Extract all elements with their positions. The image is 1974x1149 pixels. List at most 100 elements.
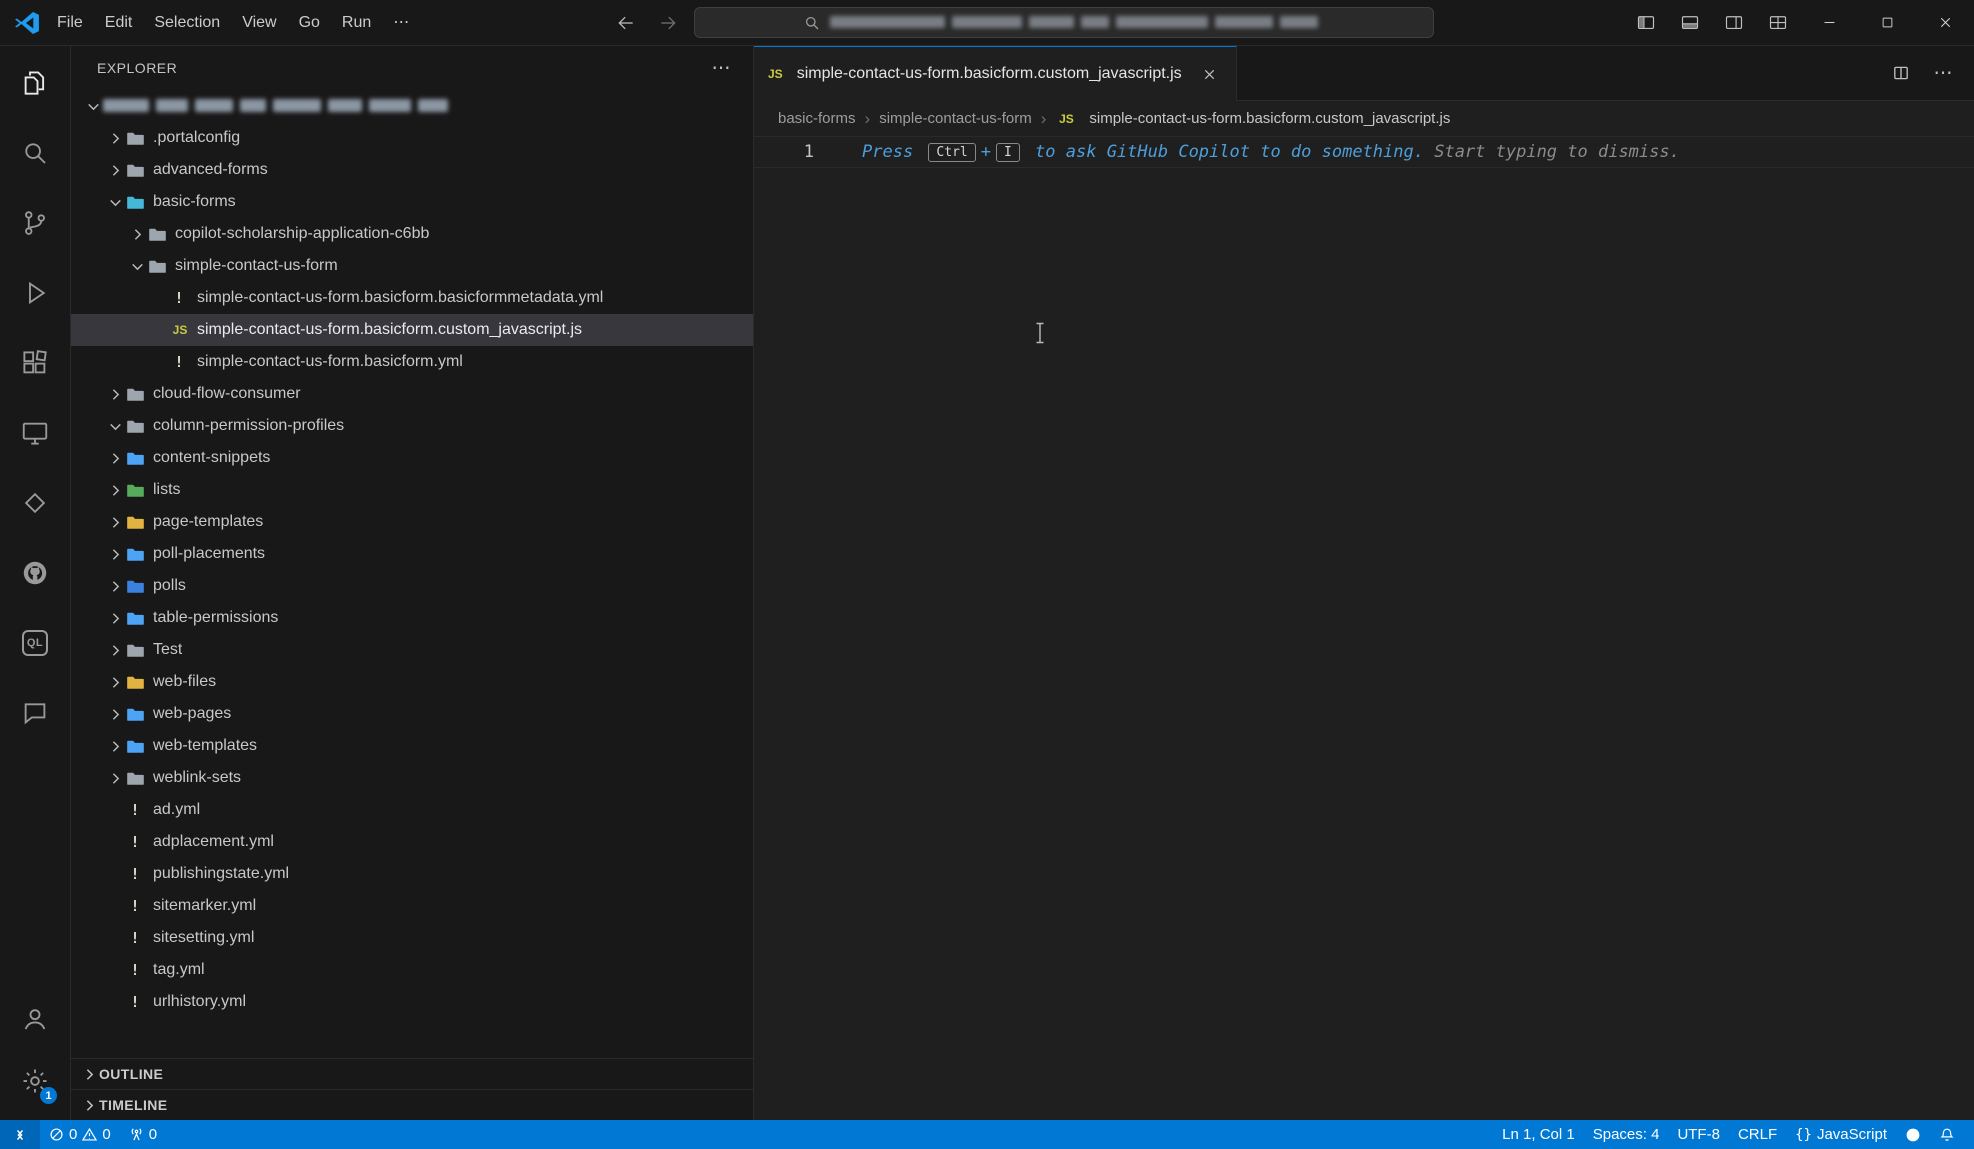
- status-encoding[interactable]: UTF-8: [1668, 1120, 1729, 1149]
- activity-remote-explorer-icon[interactable]: [0, 398, 70, 468]
- tree-item-copilot-scholarship-application-c6bb[interactable]: copilot-scholarship-application-c6bb: [71, 218, 753, 250]
- status-cursor-position[interactable]: Ln 1, Col 1: [1493, 1120, 1584, 1149]
- yaml-file-icon: !: [169, 353, 189, 371]
- chevron-right-icon: [105, 770, 125, 787]
- tree-item-label: copilot-scholarship-application-c6bb: [175, 225, 429, 243]
- status-language-mode[interactable]: {}JavaScript: [1786, 1120, 1896, 1149]
- tree-item-adplacement-yml[interactable]: !adplacement.yml: [71, 826, 753, 858]
- tree-item-sitemarker-yml[interactable]: !sitemarker.yml: [71, 890, 753, 922]
- split-editor-icon[interactable]: [1882, 46, 1920, 100]
- remote-indicator[interactable]: [0, 1120, 40, 1149]
- menu-edit[interactable]: Edit: [94, 8, 144, 38]
- tree-item-page-templates[interactable]: page-templates: [71, 506, 753, 538]
- settings-badge: 1: [40, 1087, 57, 1104]
- chevron-right-icon: [79, 1097, 99, 1114]
- tree-item-weblink-sets[interactable]: weblink-sets: [71, 762, 753, 794]
- tree-item-sitesetting-yml[interactable]: !sitesetting.yml: [71, 922, 753, 954]
- status-copilot[interactable]: [1896, 1120, 1930, 1149]
- tab-bar: JS simple-contact-us-form.basicform.cust…: [754, 46, 1974, 101]
- title-bar-center: [420, 7, 1624, 39]
- toggle-panel-icon[interactable]: [1668, 0, 1712, 45]
- tree-item-simple-contact-us-form-basicform-custom-javascri[interactable]: JSsimple-contact-us-form.basicform.custo…: [71, 314, 753, 346]
- tree-item-web-files[interactable]: web-files: [71, 666, 753, 698]
- activity-settings-icon[interactable]: 1: [0, 1050, 70, 1112]
- back-arrow-icon[interactable]: [610, 7, 642, 39]
- editor-pane[interactable]: 1 Press Ctrl+I to ask GitHub Copilot to …: [754, 136, 1974, 1120]
- tree-item-portalconfig[interactable]: .portalconfig: [71, 122, 753, 154]
- javascript-file-icon: JS: [1055, 112, 1077, 126]
- breadcrumb-item-basic-forms[interactable]: basic-forms: [778, 110, 856, 127]
- activity-run-and-debug-icon[interactable]: [0, 258, 70, 328]
- chevron-right-icon: [105, 578, 125, 595]
- current-line: 1 Press Ctrl+I to ask GitHub Copilot to …: [754, 136, 1974, 168]
- activity-source-control-icon[interactable]: [0, 188, 70, 258]
- forward-arrow-icon[interactable]: [652, 7, 684, 39]
- tree-item-root[interactable]: [71, 90, 753, 122]
- breadcrumb-item-simple-contact-us-form-basicform-custom-javascri[interactable]: JSsimple-contact-us-form.basicform.custo…: [1055, 110, 1450, 127]
- menu-file[interactable]: File: [46, 8, 94, 38]
- tree-item-advanced-forms[interactable]: advanced-forms: [71, 154, 753, 186]
- tree-item-web-templates[interactable]: web-templates: [71, 730, 753, 762]
- status-notifications[interactable]: [1930, 1120, 1964, 1149]
- status-end-of-line[interactable]: CRLF: [1729, 1120, 1786, 1149]
- section-timeline[interactable]: TIMELINE: [71, 1089, 753, 1120]
- tree-item-cloud-flow-consumer[interactable]: cloud-flow-consumer: [71, 378, 753, 410]
- tree-item-web-pages[interactable]: web-pages: [71, 698, 753, 730]
- tab-close-icon[interactable]: [1198, 62, 1222, 86]
- folder-icon: [125, 192, 145, 212]
- tree-item-urlhistory-yml[interactable]: !urlhistory.yml: [71, 986, 753, 1018]
- tree-item-poll-placements[interactable]: poll-placements: [71, 538, 753, 570]
- tree-item-publishingstate-yml[interactable]: !publishingstate.yml: [71, 858, 753, 890]
- activity-explorer-icon[interactable]: [0, 48, 70, 118]
- window-maximize-icon[interactable]: [1858, 0, 1916, 45]
- customize-layout-icon[interactable]: [1756, 0, 1800, 45]
- tree-item-polls[interactable]: polls: [71, 570, 753, 602]
- menu-view[interactable]: View: [231, 8, 287, 38]
- remote-icon: [12, 1127, 28, 1143]
- circle-slash-icon: [49, 1127, 64, 1142]
- activity-chat-icon[interactable]: [0, 678, 70, 748]
- tree-item-simple-contact-us-form-basicform-basicformmetada[interactable]: !simple-contact-us-form.basicform.basicf…: [71, 282, 753, 314]
- activity-github-icon[interactable]: [0, 538, 70, 608]
- window-close-icon[interactable]: [1916, 0, 1974, 45]
- tree-item-label: advanced-forms: [153, 161, 268, 179]
- chevron-right-icon: [105, 386, 125, 403]
- folder-icon: [125, 480, 145, 500]
- tree-item-lists[interactable]: lists: [71, 474, 753, 506]
- activity-accounts-icon[interactable]: [0, 988, 70, 1050]
- section-outline[interactable]: OUTLINE: [71, 1058, 753, 1089]
- tab-custom-javascript[interactable]: JS simple-contact-us-form.basicform.cust…: [754, 46, 1237, 101]
- menu-go[interactable]: Go: [288, 8, 331, 38]
- tree-item-ad-yml[interactable]: !ad.yml: [71, 794, 753, 826]
- activity-codeql-icon[interactable]: QL: [0, 608, 70, 678]
- tree-item-simple-contact-us-form-basicform-yml[interactable]: !simple-contact-us-form.basicform.yml: [71, 346, 753, 378]
- yaml-file-icon: !: [169, 289, 189, 307]
- status-forwarded-ports[interactable]: 0: [120, 1120, 166, 1149]
- explorer-more-actions-icon[interactable]: ⋯: [712, 59, 732, 78]
- tree-item-table-permissions[interactable]: table-permissions: [71, 602, 753, 634]
- activity-power-platform-icon[interactable]: [0, 468, 70, 538]
- folder-icon: [125, 416, 145, 436]
- more-actions-icon[interactable]: ⋯: [1924, 46, 1962, 100]
- toggle-secondary-sidebar-icon[interactable]: [1712, 0, 1756, 45]
- breadcrumb-item-simple-contact-us-form[interactable]: simple-contact-us-form: [879, 110, 1032, 127]
- menu-run[interactable]: Run: [331, 8, 382, 38]
- tree-item-tag-yml[interactable]: !tag.yml: [71, 954, 753, 986]
- menu-selection[interactable]: Selection: [143, 8, 231, 38]
- tree-item-test[interactable]: Test: [71, 634, 753, 666]
- tree-item-simple-contact-us-form[interactable]: simple-contact-us-form: [71, 250, 753, 282]
- status-indentation[interactable]: Spaces: 4: [1584, 1120, 1669, 1149]
- line-number: 1: [754, 142, 822, 162]
- tree-item-content-snippets[interactable]: content-snippets: [71, 442, 753, 474]
- activity-search-icon[interactable]: [0, 118, 70, 188]
- status-problems[interactable]: 00: [40, 1120, 120, 1149]
- activity-extensions-icon[interactable]: [0, 328, 70, 398]
- window-minimize-icon[interactable]: [1800, 0, 1858, 45]
- chevron-right-icon: [105, 738, 125, 755]
- toggle-primary-sidebar-icon[interactable]: [1624, 0, 1668, 45]
- warning-icon: [82, 1127, 97, 1142]
- menu-overflow[interactable]: ⋯: [382, 8, 420, 38]
- tree-item-column-permission-profiles[interactable]: column-permission-profiles: [71, 410, 753, 442]
- search-command-center[interactable]: [694, 7, 1434, 38]
- tree-item-basic-forms[interactable]: basic-forms: [71, 186, 753, 218]
